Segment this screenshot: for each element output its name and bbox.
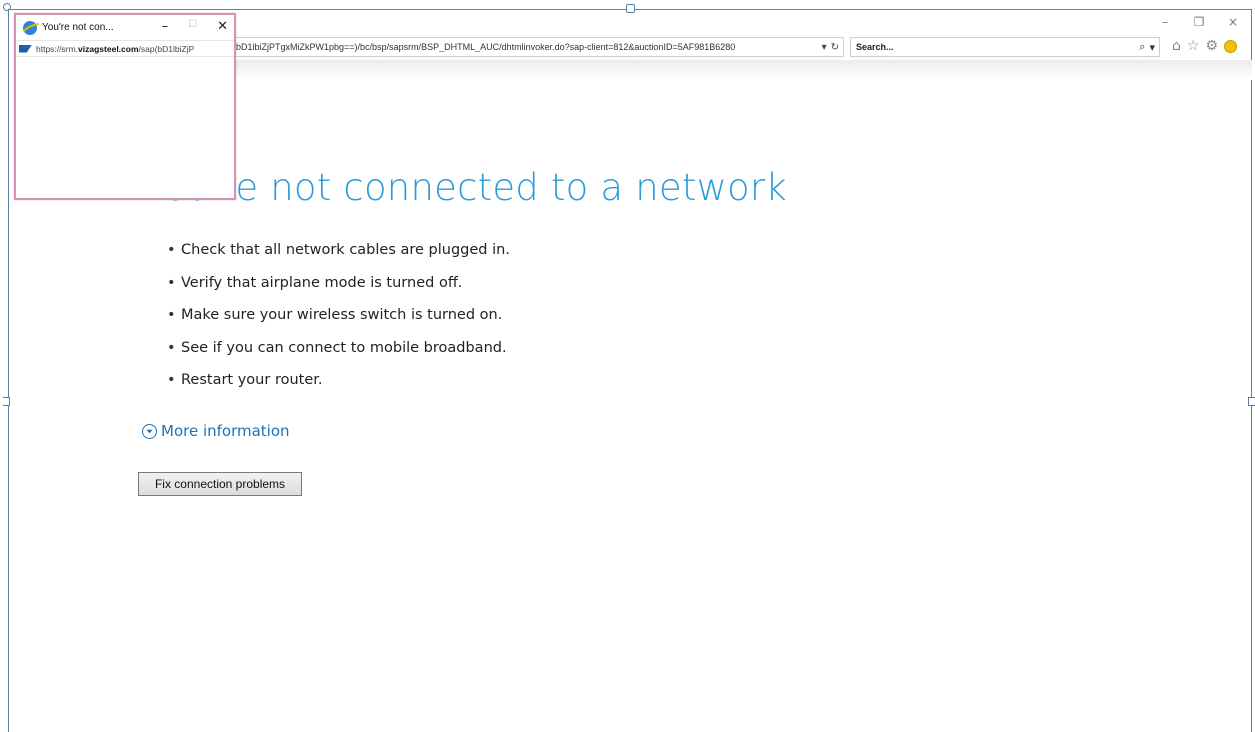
window-controls: – ❐ × <box>1159 16 1239 28</box>
refresh-icon[interactable]: ↻ <box>831 42 839 53</box>
address-dropdown-icon[interactable]: ▾ <box>822 42 827 53</box>
list-item: See if you can connect to mobile broadba… <box>167 336 510 369</box>
list-item: Make sure your wireless switch is turned… <box>167 303 510 336</box>
tips-list: Check that all network cables are plugge… <box>167 238 510 401</box>
popup-url-domain: vizagsteel.com <box>78 43 139 54</box>
popup-window-controls: – ☐ ✕ <box>162 19 228 34</box>
search-input[interactable]: Search... <box>851 42 1139 52</box>
popup-minimize-button[interactable]: – <box>162 19 169 34</box>
toolbar-icons: ⌂ ☆ ⚙ <box>1172 38 1238 54</box>
popup-url-prefix: https://srm. <box>36 43 79 54</box>
screenshot-stage: – ❐ × bD1lbiZjPTgxMiZkPW1pbg==)/bc/bsp/s… <box>0 0 1255 732</box>
toolbar-shadow <box>232 60 1252 80</box>
address-url[interactable]: bD1lbiZjPTgxMiZkPW1pbg==)/bc/bsp/sapsrm/… <box>233 42 822 52</box>
page-title: You're not connected to a network <box>146 166 787 209</box>
internet-explorer-icon <box>23 20 37 35</box>
restore-button[interactable]: ❐ <box>1193 16 1205 28</box>
list-item: Verify that airplane mode is turned off. <box>167 271 510 304</box>
list-item: Check that all network cables are plugge… <box>167 238 510 271</box>
popup-maximize-button: ☐ <box>188 19 198 30</box>
popup-address-bar[interactable]: https://srm.vizagsteel.com/sap(bD1lbiZjP <box>16 40 234 57</box>
resize-handle-right[interactable] <box>1248 397 1255 406</box>
list-item: Restart your router. <box>167 368 510 401</box>
search-box[interactable]: Search... ⌕ ▾ <box>850 37 1160 57</box>
popup-url-suffix: /sap(bD1lbiZjP <box>138 43 195 54</box>
popup-url[interactable]: https://srm.vizagsteel.com/sap(bD1lbiZjP <box>36 44 194 54</box>
more-information-link[interactable]: More information <box>142 422 290 440</box>
selection-frame-right <box>1251 9 1252 732</box>
favorites-icon[interactable]: ☆ <box>1187 38 1200 54</box>
settings-gear-icon[interactable]: ⚙ <box>1205 38 1218 54</box>
resize-handle-top[interactable] <box>626 4 635 13</box>
close-button[interactable]: × <box>1227 16 1239 28</box>
address-bar[interactable]: bD1lbiZjPTgxMiZkPW1pbg==)/bc/bsp/sapsrm/… <box>232 37 844 57</box>
popup-titlebar[interactable]: You're not con... – ☐ ✕ <box>16 15 234 40</box>
sap-logo-icon <box>19 44 32 53</box>
resize-handle-left[interactable] <box>3 397 10 406</box>
feedback-smiley-icon[interactable] <box>1224 39 1238 53</box>
selection-frame-left <box>8 9 9 732</box>
search-icon[interactable]: ⌕ <box>1139 40 1149 54</box>
popup-close-button[interactable]: ✕ <box>217 19 228 34</box>
home-icon[interactable]: ⌂ <box>1172 38 1181 54</box>
minimize-button[interactable]: – <box>1159 16 1171 28</box>
popup-window[interactable]: You're not con... – ☐ ✕ https://srm.viza… <box>14 13 236 200</box>
rotate-handle[interactable] <box>3 3 11 11</box>
fix-connection-problems-button[interactable]: Fix connection problems <box>138 472 302 496</box>
chevron-down-circle-icon[interactable] <box>142 423 157 439</box>
search-dropdown-icon[interactable]: ▾ <box>1149 41 1159 54</box>
more-information-label[interactable]: More information <box>161 422 290 440</box>
popup-title: You're not con... <box>42 22 114 33</box>
